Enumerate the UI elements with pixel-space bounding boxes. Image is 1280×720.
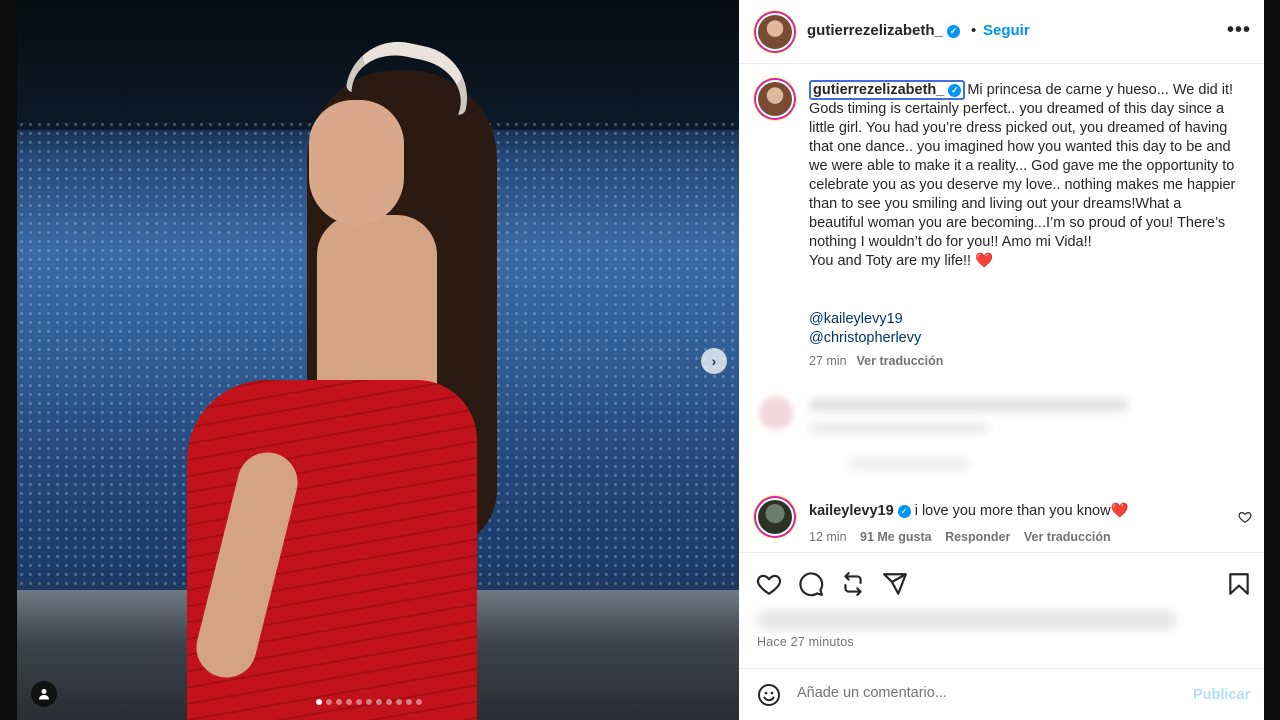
post-side-panel: gutierrezelizabeth_ ✓ • Seguir ••• gutier… [739,0,1264,720]
media-face [309,100,404,225]
carousel-dot [316,699,322,705]
user-icon [39,689,49,700]
post-header: gutierrezelizabeth_ ✓ • Seguir ••• [739,0,1264,64]
post-caption: gutierrezelizabeth_ ✓ Mi princesa de carne… [809,80,1239,271]
caption-mentions: @kaileylevy19 @christopherlevy [809,310,921,348]
caption-username-text[interactable]: gutierrezelizabeth_ [813,82,944,98]
comment-translate-link[interactable]: Ver traducción [1024,530,1111,544]
header-separator: • [971,22,977,39]
comment-meta: 12 min 91 Me gusta Responder Ver traducc… [809,530,1121,544]
carousel-dot [326,699,332,705]
comment-text: i love you more than you know [910,503,1111,519]
carousel-dot [336,699,342,705]
save-icon[interactable] [1226,571,1252,597]
author-username[interactable]: gutierrezelizabeth_ ✓ [807,22,960,39]
caption-time[interactable]: 27 min [809,354,847,368]
more-horizontal-icon[interactable]: ••• [1227,19,1251,42]
comment-likes[interactable]: 91 Me gusta [860,530,932,544]
heart-emoji: ❤️ [1110,503,1129,519]
like-icon[interactable] [756,571,782,597]
author-username-text[interactable]: gutierrezelizabeth_ [807,22,943,39]
likes-summary-blurred [757,610,1177,630]
chevron-right-icon: › [711,353,717,369]
mention-link[interactable]: @kaileylevy19 [809,310,921,329]
mention-link[interactable]: @christopherlevy [809,329,921,348]
carousel-dot [396,699,402,705]
author-avatar[interactable] [756,13,794,51]
comment-like-icon[interactable] [1238,510,1252,524]
carousel-dot [366,699,372,705]
blurred-comment [759,390,1249,480]
carousel-dot [356,699,362,705]
carousel-dot [346,699,352,705]
carousel-indicator [316,699,422,705]
verified-badge-icon: ✓ [946,24,960,38]
caption-username[interactable]: gutierrezelizabeth_ ✓ [809,80,966,100]
post-media[interactable] [17,0,739,720]
emoji-icon[interactable] [757,683,781,707]
comment-icon[interactable] [798,571,824,597]
comment-composer: Publicar [739,668,1264,720]
tagged-users-button[interactable] [31,681,57,707]
caption-meta: 27 min Ver traducción [809,354,943,368]
carousel-dot [416,699,422,705]
share-icon[interactable] [882,571,908,597]
carousel-next-button[interactable]: › [701,348,727,374]
comment-time[interactable]: 12 min [809,530,847,544]
media-shoulders [317,215,437,405]
carousel-dot [376,699,382,705]
verified-badge-icon: ✓ [948,83,962,97]
commenter-avatar[interactable] [756,498,794,536]
heart-emoji: ❤️ [975,253,994,269]
carousel-dot [386,699,392,705]
caption-translate-link[interactable]: Ver traducción [857,354,944,368]
carousel-dot [406,699,412,705]
comment-reply-button[interactable]: Responder [945,530,1010,544]
comment-row: kaileylevy19 ✓ i love you more than you k… [809,502,1129,519]
verified-badge-icon: ✓ [897,504,911,518]
publish-button[interactable]: Publicar [1193,687,1250,703]
repost-icon[interactable] [840,571,866,597]
caption-author-avatar[interactable] [756,80,794,118]
caption-text: Mi princesa de carne y hueso... We did i… [809,82,1236,269]
comment-input[interactable] [797,685,1167,701]
post-actions [739,552,1264,612]
follow-button[interactable]: Seguir [983,22,1030,39]
commenter-username[interactable]: kaileylevy19 [809,503,894,519]
post-time[interactable]: Hace 27 minutos [757,635,854,649]
window-edge [1264,0,1280,720]
